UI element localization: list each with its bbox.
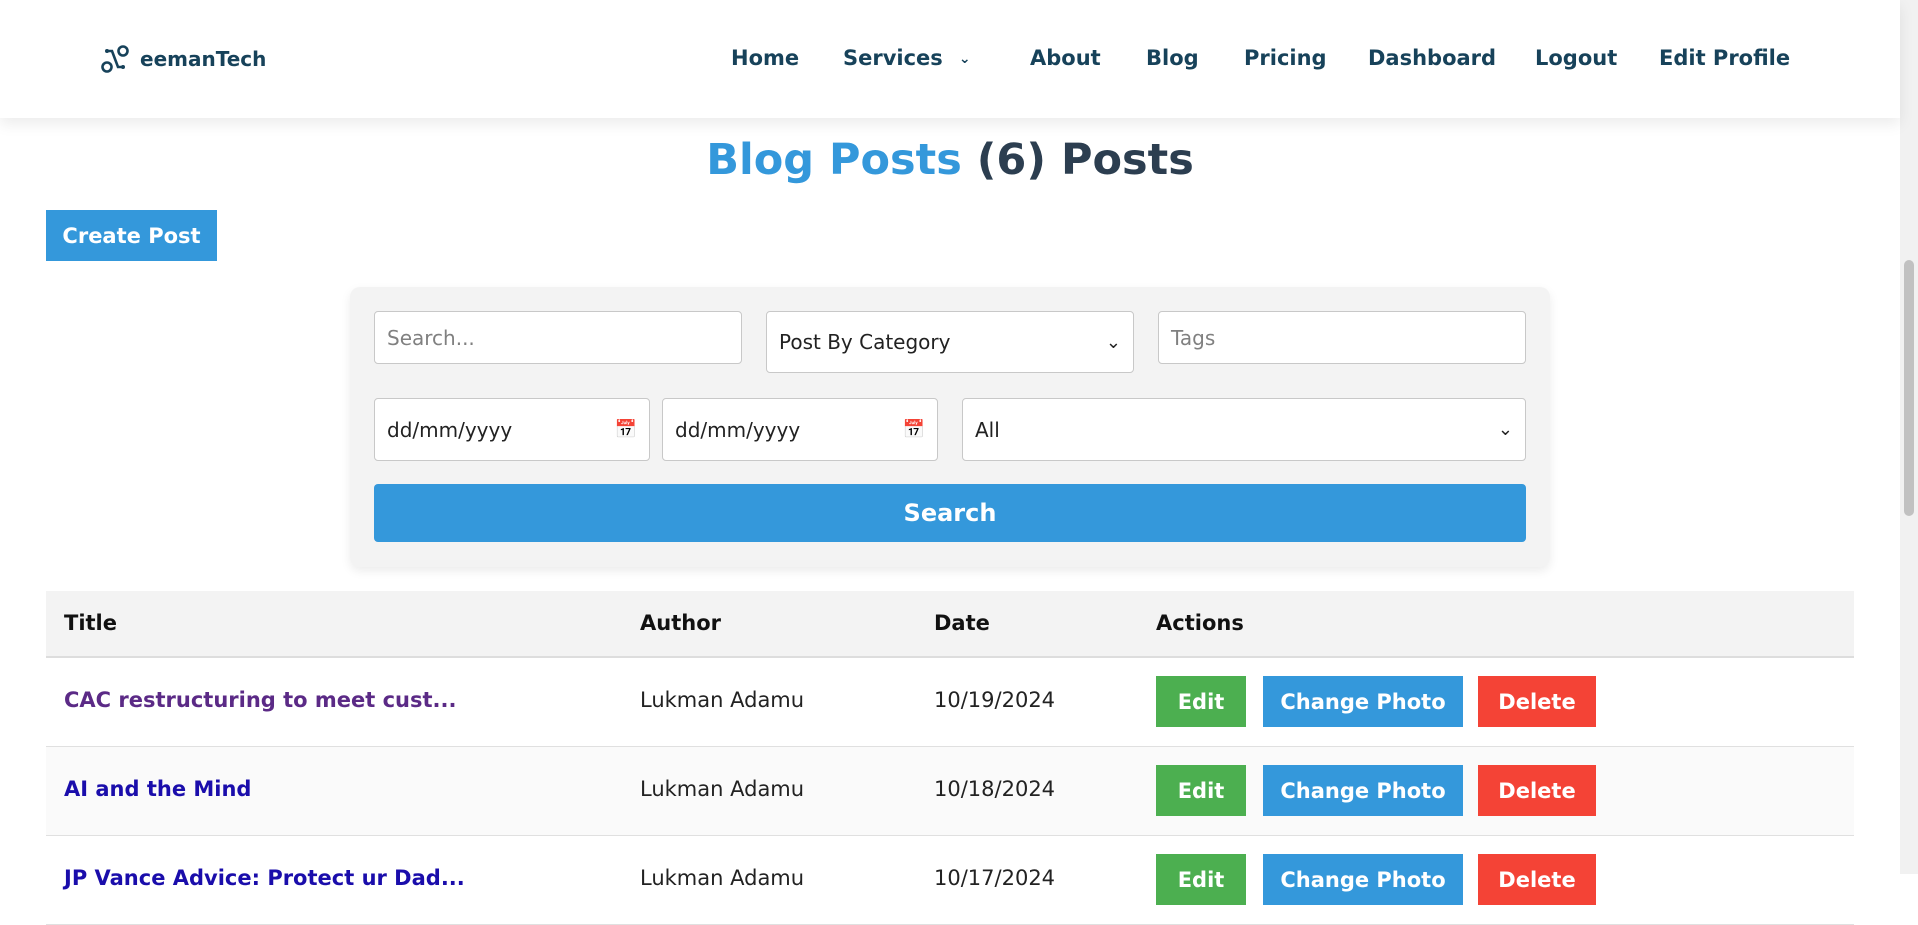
post-title-link[interactable]: AI and the Mind xyxy=(64,777,251,801)
nav-blog[interactable]: Blog xyxy=(1146,46,1199,70)
calendar-icon[interactable]: 📅 xyxy=(615,419,637,440)
change-photo-button[interactable]: Change Photo xyxy=(1263,854,1463,905)
filter-panel: Search... Post By Category ⌄ Tags dd/mm/… xyxy=(350,287,1550,567)
header-title: Title xyxy=(64,611,118,635)
nav-about[interactable]: About xyxy=(1030,46,1101,70)
nav-edit-profile[interactable]: Edit Profile xyxy=(1659,46,1790,70)
category-select-value: Post By Category xyxy=(779,330,951,354)
tags-input[interactable]: Tags xyxy=(1158,311,1526,364)
edit-button[interactable]: Edit xyxy=(1156,765,1246,816)
status-select[interactable]: All ⌄ xyxy=(962,398,1526,461)
create-post-button[interactable]: Create Post xyxy=(46,210,217,261)
page-title-highlight: Blog Posts xyxy=(706,135,962,185)
table-row: AI and the Mind Lukman Adamu 10/18/2024 … xyxy=(46,747,1854,836)
post-author: Lukman Adamu xyxy=(640,777,805,801)
date-from-input[interactable]: dd/mm/yyyy 📅 xyxy=(374,398,650,461)
site-header: eemanTech Home Services ⌄ About Blog Pric… xyxy=(0,0,1900,118)
posts-table: Title Author Date Actions CAC restructur… xyxy=(46,591,1854,925)
post-date: 10/17/2024 xyxy=(934,866,1056,890)
page-scrollbar[interactable] xyxy=(1900,0,1918,874)
page-title-suffix: Posts xyxy=(1061,135,1194,185)
post-title-link[interactable]: JP Vance Advice: Protect ur Dad... xyxy=(64,866,465,890)
nav-home[interactable]: Home xyxy=(731,46,799,70)
post-author: Lukman Adamu xyxy=(640,866,805,890)
brand-name: eemanTech xyxy=(140,47,267,71)
post-author: Lukman Adamu xyxy=(640,688,805,712)
date-from-value: dd/mm/yyyy xyxy=(387,417,513,442)
delete-button[interactable]: Delete xyxy=(1478,676,1596,727)
post-date: 10/18/2024 xyxy=(934,777,1056,801)
scrollbar-thumb[interactable] xyxy=(1904,260,1914,516)
table-header: Title Author Date Actions xyxy=(46,591,1854,658)
nav-services-label: Services xyxy=(843,46,943,70)
chevron-down-icon: ⌄ xyxy=(1497,419,1513,440)
nav-dashboard[interactable]: Dashboard xyxy=(1368,46,1496,70)
table-row: CAC restructuring to meet cust... Lukman… xyxy=(46,658,1854,747)
edit-button[interactable]: Edit xyxy=(1156,676,1246,727)
chevron-down-icon: ⌄ xyxy=(958,51,971,67)
date-to-input[interactable]: dd/mm/yyyy 📅 xyxy=(662,398,938,461)
brand-logo[interactable]: eemanTech xyxy=(100,44,266,74)
search-input[interactable]: Search... xyxy=(374,311,742,364)
header-actions: Actions xyxy=(1156,611,1244,635)
change-photo-button[interactable]: Change Photo xyxy=(1263,765,1463,816)
post-count: (6) xyxy=(976,135,1047,185)
nav-logout[interactable]: Logout xyxy=(1535,46,1617,70)
logo-icon xyxy=(101,45,129,73)
change-photo-button[interactable]: Change Photo xyxy=(1263,676,1463,727)
table-row: JP Vance Advice: Protect ur Dad... Lukma… xyxy=(46,836,1854,925)
status-select-value: All xyxy=(975,417,1000,442)
nav-services[interactable]: Services ⌄ xyxy=(843,46,971,70)
search-button[interactable]: Search xyxy=(374,484,1526,542)
chevron-down-icon: ⌄ xyxy=(1105,331,1121,353)
date-to-value: dd/mm/yyyy xyxy=(675,417,801,442)
category-select[interactable]: Post By Category ⌄ xyxy=(766,311,1134,373)
calendar-icon[interactable]: 📅 xyxy=(903,419,925,440)
header-date: Date xyxy=(934,611,990,635)
page-title: Blog Posts (6) Posts xyxy=(0,135,1900,185)
delete-button[interactable]: Delete xyxy=(1478,854,1596,905)
post-date: 10/19/2024 xyxy=(934,688,1056,712)
nav-pricing[interactable]: Pricing xyxy=(1244,46,1327,70)
delete-button[interactable]: Delete xyxy=(1478,765,1596,816)
header-author: Author xyxy=(640,611,721,635)
edit-button[interactable]: Edit xyxy=(1156,854,1246,905)
post-title-link[interactable]: CAC restructuring to meet cust... xyxy=(64,688,456,712)
